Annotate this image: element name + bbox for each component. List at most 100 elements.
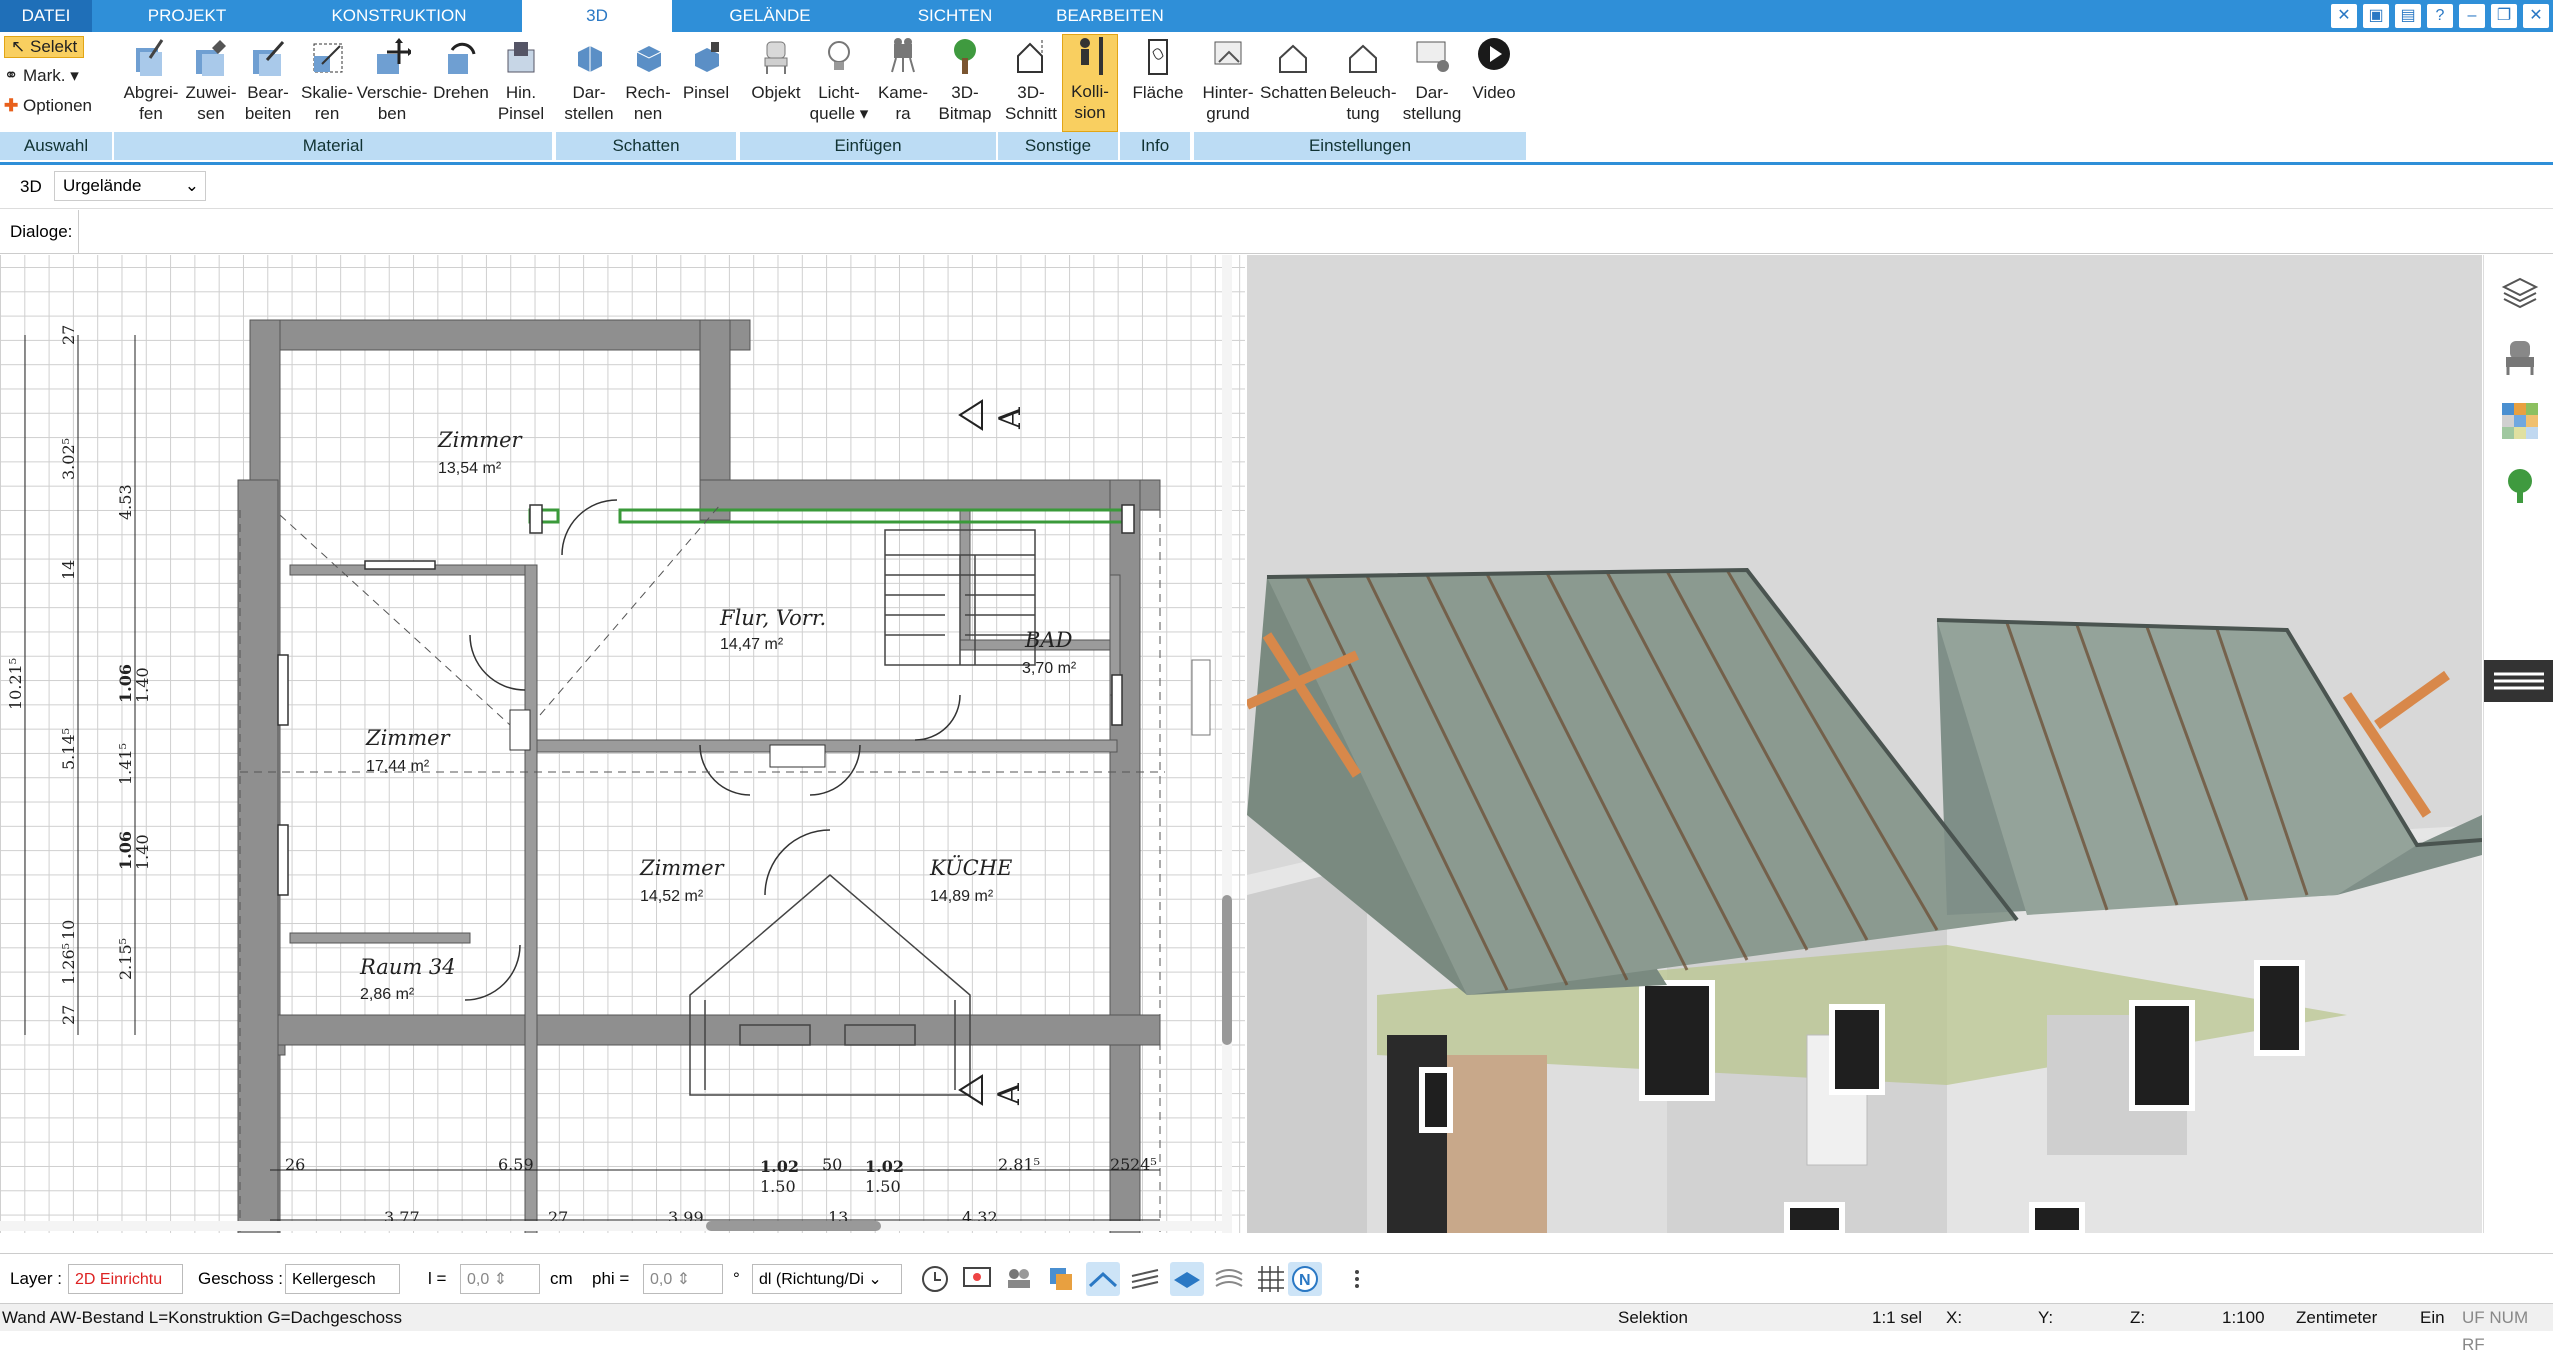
rechnen-button[interactable]: Rech-nen <box>618 36 678 124</box>
roof-toggle-icon[interactable] <box>1086 1262 1120 1296</box>
display-settings-icon <box>1416 41 1449 72</box>
video-button[interactable]: Video <box>1466 36 1522 103</box>
layer-dropdown[interactable]: Urgelände ⌄ <box>54 171 206 201</box>
scrollbar-thumb[interactable] <box>1222 895 1232 1045</box>
section-marker-bottom[interactable] <box>958 1074 983 1106</box>
furniture-icon[interactable] <box>2500 337 2540 377</box>
phi-input[interactable]: 0,0 ⇕ <box>643 1264 723 1294</box>
verschieben-button[interactable]: Verschie-ben <box>356 36 428 124</box>
restore-button[interactable]: ❐ <box>2491 4 2517 28</box>
floor-plan-view[interactable]: A A Zimmer 13,54 m² Flur, Vorr. 14,47 m²… <box>0 255 1245 1233</box>
tab-bearbeiten[interactable]: BEARBEITEN <box>1040 0 1180 32</box>
darstellung-button[interactable]: Dar-stellung <box>1398 36 1466 124</box>
kamera-button[interactable]: Kame-ra <box>872 36 934 124</box>
mark-button[interactable]: ⚭ Mark. ▾ <box>4 66 79 86</box>
floor-plan-drawing: A A Zimmer 13,54 m² Flur, Vorr. 14,47 m²… <box>6 319 1211 1233</box>
darstellen-button[interactable]: Dar-stellen <box>560 36 618 124</box>
hin-label-1: Hin. <box>505 83 537 102</box>
style-icon[interactable]: ▣ <box>2363 4 2389 28</box>
optionen-button[interactable]: ✚ Optionen <box>4 96 92 116</box>
flaeche-label: Fläche <box>1132 83 1184 102</box>
hintergrund-button[interactable]: Hinter-grund <box>1198 36 1258 124</box>
hin-pinsel-button[interactable]: Hin. Pinsel <box>492 36 550 124</box>
3d-house-render <box>1247 567 2482 1233</box>
zuweisen-button[interactable]: Zuwei-sen <box>180 36 242 124</box>
tab-3d[interactable]: 3D <box>522 0 672 32</box>
plus-icon: ✚ <box>4 96 19 115</box>
video-label: Video <box>1472 83 1516 102</box>
layer-select-value: 2D Einrichtu <box>75 1271 163 1288</box>
abgreifen-button[interactable]: Abgrei-fen <box>118 36 184 124</box>
dl-select[interactable]: dl (Richtung/Di ⌄ <box>752 1264 902 1294</box>
schatten-einstellung-button[interactable]: Schatten <box>1260 36 1327 103</box>
dim-bottom: 1.50 <box>865 1177 901 1196</box>
3d-view[interactable] <box>1247 255 2482 1233</box>
schatten-pinsel-button[interactable]: Pinsel <box>678 36 734 103</box>
room-name: Zimmer <box>639 856 726 880</box>
window-controls: ✕ ▣ ▤ ? – ❐ ✕ <box>2331 4 2549 28</box>
phi-input-value: 0,0 <box>650 1271 673 1288</box>
close-button[interactable]: ✕ <box>2523 4 2549 28</box>
darstellen-label-2: stellen <box>564 104 614 123</box>
objekt-label: Objekt <box>751 83 801 102</box>
plants-icon[interactable] <box>2500 465 2540 505</box>
brush-icon <box>507 42 535 73</box>
skalieren-button[interactable]: Skalie-ren <box>296 36 358 124</box>
dim-left: 1.26⁵ <box>59 943 78 985</box>
help-icon[interactable]: ? <box>2427 4 2453 28</box>
hintergrund-label-2: grund <box>1206 104 1250 123</box>
geschoss-select[interactable]: Kellergesch ⌄ <box>285 1264 400 1318</box>
dim-left: 1.40 <box>133 667 152 703</box>
menu-icon[interactable] <box>2484 660 2553 702</box>
clock-icon[interactable] <box>918 1262 952 1296</box>
drehen-button[interactable]: Drehen <box>430 36 492 103</box>
hatch-icon[interactable] <box>1128 1262 1162 1296</box>
section-label-bottom: A <box>992 1083 1027 1106</box>
lichtquelle-button[interactable]: Licht-quelle ▾ <box>808 36 870 124</box>
kamera-label-2: ra <box>895 104 911 123</box>
panel-icon[interactable]: ▤ <box>2395 4 2421 28</box>
dialoge-bar: Dialoge: <box>0 210 2553 254</box>
tools-icon[interactable]: ✕ <box>2331 4 2357 28</box>
tab-sichten[interactable]: SICHTEN <box>880 0 1030 32</box>
bearbeiten-material-button[interactable]: Bear-beiten <box>240 36 296 124</box>
length-input[interactable]: 0,0 ⇕ <box>460 1264 540 1294</box>
scrollbar-thumb[interactable] <box>706 1221 881 1231</box>
people-icon[interactable] <box>1002 1262 1036 1296</box>
tab-projekt[interactable]: PROJEKT <box>112 0 262 32</box>
layer-select[interactable]: 2D Einrichtu ⌄ <box>68 1264 183 1318</box>
3d-bitmap-button[interactable]: 3D- Bitmap <box>934 36 996 124</box>
hintergrund-label-1: Hinter- <box>1202 83 1254 102</box>
section-marker-top[interactable] <box>958 399 983 431</box>
horizontal-scrollbar[interactable] <box>0 1221 1222 1231</box>
stack-icon[interactable] <box>1044 1262 1078 1296</box>
tab-datei[interactable]: DATEI <box>0 0 92 32</box>
vertical-scrollbar[interactable] <box>1222 255 1232 1233</box>
objekt-button[interactable]: Objekt <box>746 36 806 103</box>
monitor-icon[interactable] <box>960 1262 994 1296</box>
dim-bottom: 6.59 <box>498 1155 534 1174</box>
minimize-button[interactable]: – <box>2459 4 2485 28</box>
north-icon[interactable]: N <box>1288 1262 1322 1296</box>
materials-icon[interactable] <box>2500 401 2540 441</box>
beleuchtung-button[interactable]: Beleuch-tung <box>1328 36 1398 124</box>
view-mode-label: 3D <box>20 177 42 196</box>
tree-icon <box>954 39 976 74</box>
layers-toggle-icon[interactable] <box>1212 1262 1246 1296</box>
section-marker-right[interactable] <box>1191 659 1211 736</box>
grid-icon[interactable] <box>1254 1262 1288 1296</box>
kollision-label-1: Kolli- <box>1071 82 1109 101</box>
plane-toggle-icon[interactable] <box>1170 1262 1204 1296</box>
kollision-toggle[interactable]: Kolli-sion <box>1062 34 1118 132</box>
tab-gelaende[interactable]: GELÄNDE <box>700 0 840 32</box>
length-input-value: 0,0 <box>467 1271 490 1288</box>
selekt-button[interactable]: ↖ Selekt <box>4 36 85 58</box>
3d-schnitt-button[interactable]: 3D- Schnitt <box>1000 36 1062 124</box>
lighting-house-icon <box>1349 44 1377 73</box>
dim-bottom: 2.81⁵ <box>998 1155 1040 1174</box>
more-options-icon[interactable] <box>1340 1262 1374 1296</box>
flaeche-button[interactable]: Fläche <box>1126 36 1190 103</box>
tab-konstruktion[interactable]: KONSTRUKTION <box>320 0 478 32</box>
dim-bottom: 1.50 <box>760 1177 796 1196</box>
layers-icon[interactable] <box>2500 273 2540 313</box>
